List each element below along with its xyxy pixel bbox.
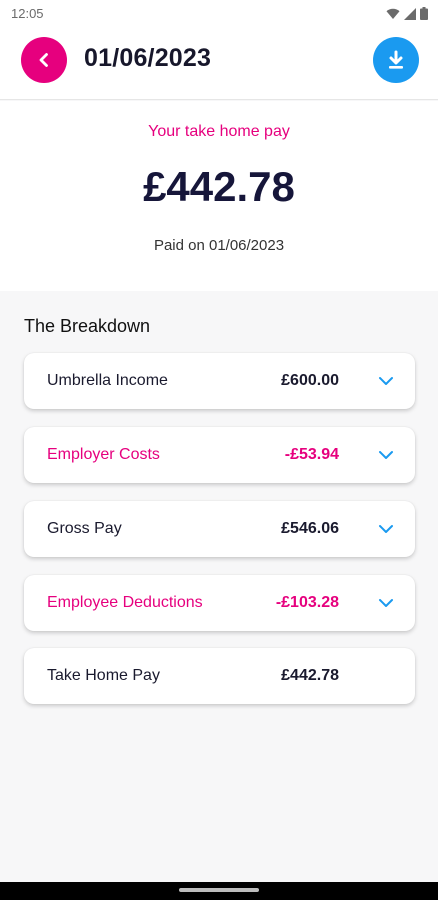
breakdown-item-label: Employee Deductions [47, 594, 203, 611]
signal-icon [404, 7, 416, 20]
breakdown-item-label: Gross Pay [47, 520, 122, 537]
breakdown-item-umbrella-income[interactable]: Umbrella Income £600.00 [24, 353, 415, 409]
take-home-label: Your take home pay [148, 123, 290, 140]
download-icon [389, 50, 403, 69]
take-home-summary: Your take home pay £442.78 Paid on 01/06… [0, 101, 438, 291]
chevron-down-icon[interactable] [377, 595, 395, 611]
breakdown-item-label: Take Home Pay [47, 667, 160, 684]
status-time: 12:05 [11, 6, 44, 21]
breakdown-item-label: Umbrella Income [47, 372, 168, 389]
chevron-down-icon[interactable] [377, 447, 395, 463]
paid-date: Paid on 01/06/2023 [153, 237, 285, 254]
chevron-down-icon[interactable] [377, 373, 395, 389]
breakdown-item-value: £546.06 [281, 520, 339, 537]
breakdown-item-value: -£103.28 [275, 594, 339, 611]
page-title: 01/06/2023 [84, 44, 212, 72]
breakdown-item-employer-costs[interactable]: Employer Costs -£53.94 [24, 427, 415, 483]
breakdown-title: The Breakdown [24, 316, 151, 336]
home-handle[interactable] [179, 888, 259, 892]
back-button[interactable] [21, 37, 67, 83]
breakdown-item-take-home-pay: Take Home Pay £442.78 [24, 648, 415, 704]
battery-icon [420, 7, 428, 20]
app-header: 01/06/2023 [0, 28, 438, 100]
breakdown-item-value: £600.00 [281, 372, 339, 389]
status-icons [386, 7, 428, 20]
breakdown-item-value: -£53.94 [284, 446, 339, 463]
download-button[interactable] [373, 37, 419, 83]
breakdown-item-gross-pay[interactable]: Gross Pay £546.06 [24, 501, 415, 557]
breakdown-item-value: £442.78 [281, 667, 339, 684]
system-nav-bar [0, 882, 438, 900]
breakdown-item-label: Employer Costs [47, 446, 160, 463]
chevron-down-icon[interactable] [377, 521, 395, 537]
take-home-amount: £442.78 [143, 163, 295, 210]
wifi-icon [386, 8, 400, 19]
chevron-left-icon [39, 53, 48, 67]
breakdown-item-employee-deductions[interactable]: Employee Deductions -£103.28 [24, 575, 415, 631]
status-bar: 12:05 [0, 0, 438, 28]
